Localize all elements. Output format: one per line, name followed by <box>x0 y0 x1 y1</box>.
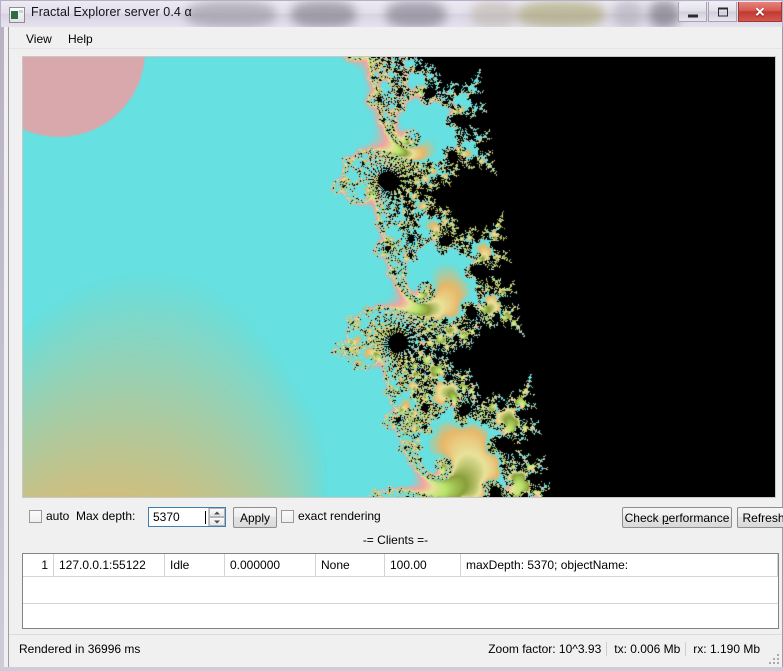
close-button[interactable]: ✕ <box>738 2 782 22</box>
exact-rendering-checkbox[interactable] <box>281 510 294 523</box>
status-metrics: Zoom factor: 10^3.93 tx: 0.006 Mb rx: 1.19… <box>488 642 760 656</box>
window-client-area: View Help auto Max depth: 5370 Apply exa… <box>0 27 783 671</box>
cell-task: None <box>315 554 385 577</box>
clients-table-body: 1 127.0.0.1:55122 Idle 0.000000 None 100… <box>23 554 778 604</box>
spinner-buttons[interactable] <box>208 508 225 526</box>
minimize-button[interactable] <box>678 2 707 22</box>
glass-blur-artifact <box>517 1 605 27</box>
cell-progress: 0.000000 <box>224 554 316 577</box>
cell-index: 1 <box>23 554 54 577</box>
cell-percent: 100.00 <box>384 554 461 577</box>
application-window: Fractal Explorer server 0.4 α ✕ View Hel… <box>0 0 783 671</box>
refresh-button[interactable]: Refresh <box>737 507 783 528</box>
status-render-time: Rendered in 36996 ms <box>19 642 141 656</box>
max-depth-label: Max depth: <box>76 509 136 523</box>
clients-table: 1 127.0.0.1:55122 Idle 0.000000 None 100… <box>23 554 778 604</box>
glass-blur-artifact <box>186 1 276 27</box>
window-title: Fractal Explorer server 0.4 α <box>31 5 192 19</box>
maximize-button[interactable] <box>708 2 737 22</box>
spinner-decrement-icon[interactable] <box>209 517 225 526</box>
check-performance-mnemonic: p <box>661 511 669 525</box>
max-depth-spinner[interactable]: 5370 <box>148 507 226 527</box>
spinner-increment-icon[interactable] <box>209 508 225 517</box>
glass-blur-artifact <box>649 1 679 27</box>
glass-blur-artifact <box>291 1 356 27</box>
menu-item-view[interactable]: View <box>19 30 59 49</box>
apply-button[interactable]: Apply <box>233 507 277 528</box>
check-performance-button[interactable]: Check performance <box>622 507 732 528</box>
clients-table-container[interactable]: 1 127.0.0.1:55122 Idle 0.000000 None 100… <box>22 553 779 629</box>
glass-blur-artifact <box>613 1 643 27</box>
check-performance-label-pre: Check <box>624 511 662 525</box>
fractal-render-canvas[interactable] <box>23 57 775 497</box>
auto-checkbox[interactable] <box>29 510 42 523</box>
fractal-canvas-container[interactable] <box>22 56 776 498</box>
status-zoom-factor: Zoom factor: 10^3.93 <box>488 642 602 656</box>
app-icon <box>9 7 25 23</box>
minimize-icon <box>687 14 698 17</box>
table-row[interactable]: 1 127.0.0.1:55122 Idle 0.000000 None 100… <box>23 554 778 577</box>
cell-state: Idle <box>164 554 225 577</box>
resize-grip-icon[interactable] <box>767 652 779 664</box>
menu-bar: View Help <box>9 27 782 49</box>
text-caret <box>205 510 206 524</box>
window-client-inner: View Help auto Max depth: 5370 Apply exa… <box>8 27 783 667</box>
menu-item-help[interactable]: Help <box>61 30 100 49</box>
cell-address: 127.0.0.1:55122 <box>53 554 165 577</box>
render-controls-bar: auto Max depth: 5370 Apply exact renderi… <box>22 506 783 530</box>
status-bar: Rendered in 36996 ms Zoom factor: 10^3.9… <box>9 634 782 667</box>
title-bar: Fractal Explorer server 0.4 α ✕ <box>0 0 783 27</box>
maximize-icon <box>717 7 728 16</box>
check-performance-label-post: erformance <box>668 511 730 525</box>
status-tx: tx: 0.006 Mb <box>606 642 681 656</box>
table-row-empty[interactable] <box>23 576 778 604</box>
auto-label: auto <box>46 509 70 523</box>
cell-info: maxDepth: 5370; objectName: <box>460 554 778 577</box>
close-icon: ✕ <box>754 4 766 19</box>
exact-rendering-label: exact rendering <box>298 509 381 523</box>
glass-blur-artifact <box>471 1 516 27</box>
status-rx: rx: 1.190 Mb <box>685 642 760 656</box>
max-depth-input[interactable]: 5370 <box>149 510 205 524</box>
cell-empty <box>23 576 778 604</box>
clients-section-title: -= Clients =- <box>362 533 429 547</box>
glass-blur-artifact <box>386 1 446 27</box>
